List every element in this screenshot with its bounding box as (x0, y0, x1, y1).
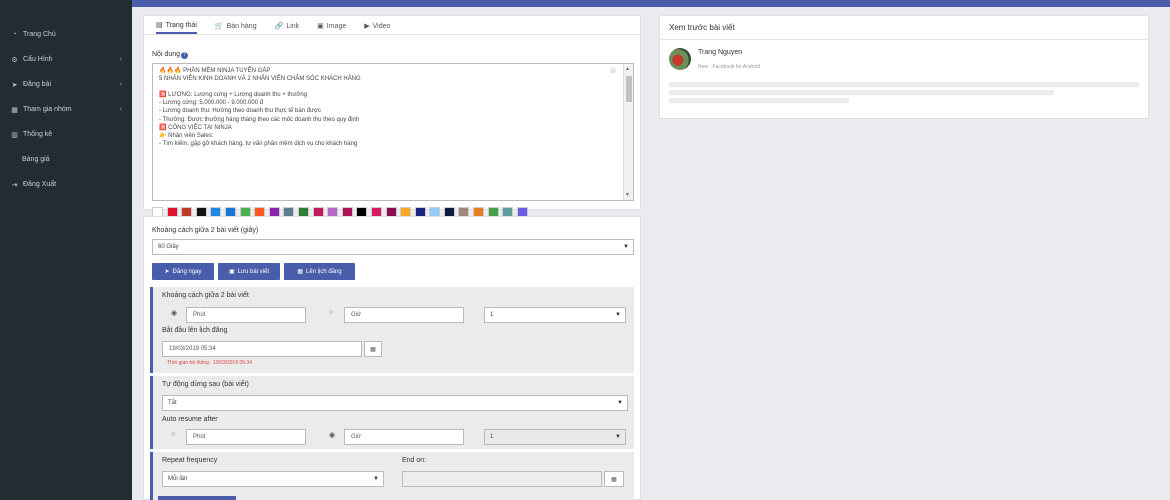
save-icon: ▣ (228, 269, 235, 275)
caret-down-icon: ▼ (617, 400, 623, 406)
sidebar: ◔ Trang Chủ ⚙ Cấu Hình ‹ ➤ Đăng bài ‹ ▦ Tham g… (0, 0, 132, 500)
hour-input[interactable]: Giờ (344, 307, 464, 323)
scroll-up-icon[interactable]: ▲ (625, 65, 630, 73)
chevron-left-icon: ‹ (119, 56, 122, 63)
image-icon: ▣ (317, 23, 324, 30)
chevron-left-icon: ‹ (119, 106, 122, 113)
content-label: Nội dung? (152, 51, 189, 59)
calendar-button[interactable]: ▦ (364, 341, 382, 357)
placeholder-line (669, 98, 849, 103)
content-textarea[interactable]: 🔥🔥🔥 PHẦN MỀM NINJA TUYỂN GẤP 5 NHÂN VIÊN… (152, 63, 634, 201)
logout-icon: ⇥ (11, 181, 18, 189)
auto-stop-select[interactable]: Tắt ▼ (162, 395, 628, 411)
content-line: - Tìm kiếm, gặp gỡ khách hàng, tư vấn ph… (159, 140, 358, 147)
scroll-down-icon[interactable]: ▼ (625, 191, 630, 199)
placeholder-line (669, 82, 1139, 87)
caret-down-icon: ▼ (373, 476, 379, 482)
sidebar-item-post[interactable]: ➤ Đăng bài ‹ (0, 72, 132, 97)
resume-minute-radio[interactable]: ○ (171, 431, 175, 438)
content-line: 🔥🔥🔥 PHẦN MỀM NINJA TUYỂN GẤP (159, 68, 271, 74)
chevron-left-icon: ‹ (119, 81, 122, 88)
interval-label: Khoảng cách giữa 2 bài viết (giây) (152, 227, 259, 234)
caret-down-icon: ▼ (615, 434, 621, 440)
section-bottom-bar (158, 496, 236, 500)
group-icon: ▦ (11, 106, 18, 114)
paper-plane-icon: ➤ (164, 269, 170, 275)
system-time-note: Thời gian hệ thống : 19/03/2019 05:34 (167, 360, 253, 366)
auto-stop-section: Tự động dừng sau (bài viết) Tắt ▼ Auto re… (150, 376, 634, 449)
resume-count-select[interactable]: 1 ▼ (484, 429, 626, 445)
section-title: Khoảng cách giữa 2 bài viết (162, 292, 249, 299)
preview-header: Xem trước bài viết (660, 16, 1148, 40)
start-datetime-input[interactable]: 19/03/2019 05:34 (162, 341, 362, 357)
sidebar-item-join-group[interactable]: ▦ Tham gia nhóm ‹ (0, 97, 132, 122)
resume-hour-radio[interactable]: ◉ (329, 431, 335, 439)
sidebar-item-pricing[interactable]: Bảng giá (0, 147, 132, 172)
sidebar-item-logout[interactable]: ⇥ Đăng Xuất (0, 172, 132, 197)
content-line: - Lương doanh thu: Hưởng theo doanh thu … (159, 108, 321, 115)
avatar (669, 48, 691, 70)
help-icon: ? (181, 52, 189, 59)
paper-plane-icon: ➤ (11, 81, 18, 89)
resume-label: Auto resume after (162, 416, 218, 423)
placeholder-line (669, 90, 1054, 95)
interval-select[interactable]: 60 Giây ▼ (152, 239, 634, 255)
sidebar-item-stats[interactable]: ▥ Thống kê (0, 122, 132, 147)
caret-down-icon: ▼ (615, 312, 621, 318)
schedule-post-button[interactable]: ▦ Lên lịch đăng (284, 263, 355, 280)
status-icon: ▤ (156, 22, 163, 29)
content-line: 5 NHÂN VIÊN KINH DOANH VÀ 2 NHÂN VIÊN CH… (159, 76, 361, 83)
post-now-button[interactable]: ➤ Đăng ngay (152, 263, 214, 280)
calendar-icon: ▦ (611, 476, 617, 483)
scrollbar-thumb[interactable] (626, 76, 632, 102)
top-bar (132, 0, 1170, 7)
resume-minute-input[interactable]: Phút (186, 429, 306, 445)
sidebar-item-config[interactable]: ⚙ Cấu Hình ‹ (0, 47, 132, 72)
emoji-picker-icon[interactable]: ☺ (609, 66, 617, 75)
hour-radio[interactable]: ○ (329, 309, 333, 316)
calendar-icon: ▦ (297, 269, 303, 275)
textarea-scrollbar[interactable]: ▲ ▼ (623, 64, 633, 200)
preview-meta: Now · Facebook for Android (698, 64, 760, 70)
gear-icon: ⚙ (11, 56, 18, 64)
tab-video[interactable]: ▶ Video (364, 22, 390, 34)
minute-input[interactable]: Phút (186, 307, 306, 323)
end-date-input[interactable] (402, 471, 602, 487)
tab-status[interactable]: ▤ Trạng thái (156, 22, 197, 34)
calendar-icon: ▦ (370, 346, 376, 353)
link-icon: 🔗 (274, 23, 284, 30)
caret-down-icon: ▼ (623, 244, 629, 250)
chart-icon: ▥ (11, 131, 18, 139)
gauge-icon: ◔ (12, 31, 17, 38)
repeat-select[interactable]: Mỗi lần ▼ (162, 471, 384, 487)
compose-panel: ▤ Trạng thái 🛒 Bán hàng 🔗 Link ▣ Image ▶ Vide… (143, 15, 641, 218)
content-line: - Lương cứng: 5.000.000 - 9.000.000 đ (159, 100, 264, 107)
content-line: - Thưởng: Được thưởng hàng tháng theo cá… (159, 116, 360, 123)
start-label: Bắt đầu lên lịch đăng (162, 327, 228, 334)
end-label: End on: (402, 457, 427, 464)
resume-hour-input[interactable]: Giờ (344, 429, 464, 445)
count-select[interactable]: 1 ▼ (484, 307, 626, 323)
content-line: 🈵 CÔNG VIỆC TẠI NINJA (159, 124, 232, 131)
content-line (159, 83, 627, 91)
save-post-button[interactable]: ▣ Lưu bài viết (218, 263, 280, 280)
repeat-section: Repeat frequency Mỗi lần ▼ End on: ▦ (150, 452, 634, 500)
cart-icon: 🛒 (214, 23, 224, 30)
preview-username: Trang Nguyen (698, 49, 743, 56)
tab-link[interactable]: 🔗 Link (275, 22, 300, 34)
video-icon: ▶ (364, 23, 370, 30)
repeat-label: Repeat frequency (162, 457, 218, 464)
content-line: 🈵 LƯƠNG: Lương cứng + Lương doanh thu + … (159, 92, 308, 99)
section-title: Tự động dừng sau (bài viết) (162, 381, 249, 388)
calendar-button[interactable]: ▦ (604, 471, 624, 487)
minute-radio[interactable]: ◉ (171, 309, 177, 317)
tab-image[interactable]: ▣ Image (317, 22, 346, 34)
preview-panel: Xem trước bài viết Trang Nguyen Now · Fa… (659, 15, 1149, 119)
post-type-tabs: ▤ Trạng thái 🛒 Bán hàng 🔗 Link ▣ Image ▶ Vide… (144, 16, 640, 35)
sidebar-item-home[interactable]: ◔ Trang Chủ (0, 22, 132, 47)
tab-sale[interactable]: 🛒 Bán hàng (215, 22, 257, 34)
interval-section: Khoảng cách giữa 2 bài viết ◉ Phút ○ Giờ… (150, 287, 634, 373)
content-line: 👉 Nhân viên Sales: (159, 132, 214, 139)
